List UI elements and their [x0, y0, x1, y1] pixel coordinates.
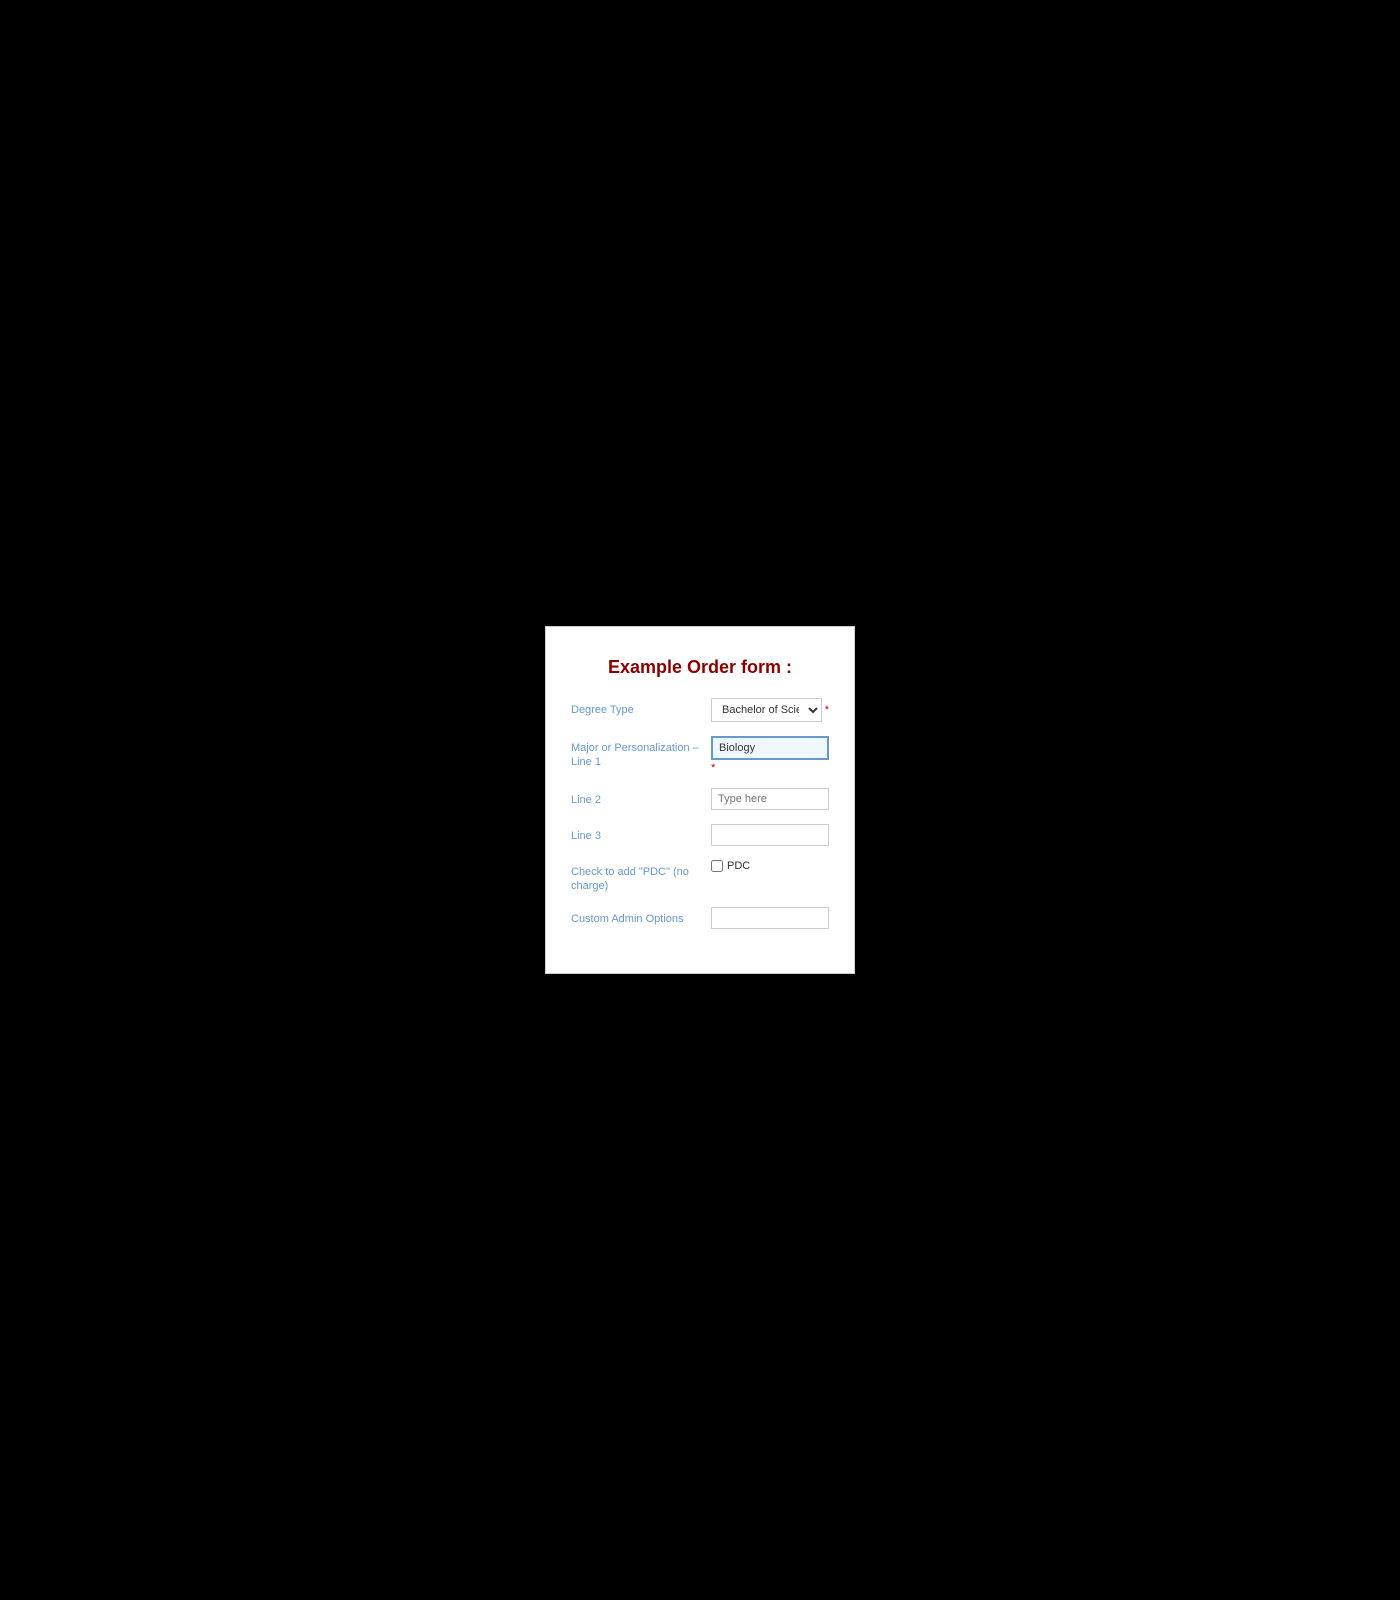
major-line1-row: Major or Personalization – Line 1 * [571, 736, 829, 774]
line2-input[interactable] [711, 788, 829, 810]
form-title: Example Order form : [571, 657, 829, 678]
degree-type-row: Degree Type Bachelor of Science Master o… [571, 698, 829, 722]
line3-label: Line 3 [571, 824, 711, 843]
line3-row: Line 3 [571, 824, 829, 846]
custom-admin-input[interactable] [711, 907, 829, 929]
major-line1-label: Major or Personalization – Line 1 [571, 736, 711, 770]
custom-admin-label: Custom Admin Options [571, 907, 711, 926]
degree-type-required: * [825, 704, 829, 716]
line2-label: Line 2 [571, 788, 711, 807]
major-line1-field: * [711, 736, 829, 774]
custom-admin-row: Custom Admin Options [571, 907, 829, 929]
degree-type-label: Degree Type [571, 698, 711, 717]
line3-field [711, 824, 829, 846]
line2-row: Line 2 [571, 788, 829, 810]
pdc-row: Check to add "PDC" (no charge) PDC [571, 860, 829, 894]
major-line1-required: * [711, 762, 829, 774]
pdc-label: Check to add "PDC" (no charge) [571, 860, 711, 894]
pdc-checkbox[interactable] [711, 860, 723, 872]
major-line1-input[interactable] [711, 736, 829, 760]
degree-type-select[interactable]: Bachelor of Science Master of Science As… [711, 698, 822, 722]
line2-field [711, 788, 829, 810]
custom-admin-field [711, 907, 829, 929]
order-form-container: Example Order form : Degree Type Bachelo… [545, 626, 855, 975]
line3-input[interactable] [711, 824, 829, 846]
degree-type-field: Bachelor of Science Master of Science As… [711, 698, 829, 722]
pdc-checkbox-label: PDC [727, 860, 750, 872]
pdc-field: PDC [711, 860, 829, 872]
